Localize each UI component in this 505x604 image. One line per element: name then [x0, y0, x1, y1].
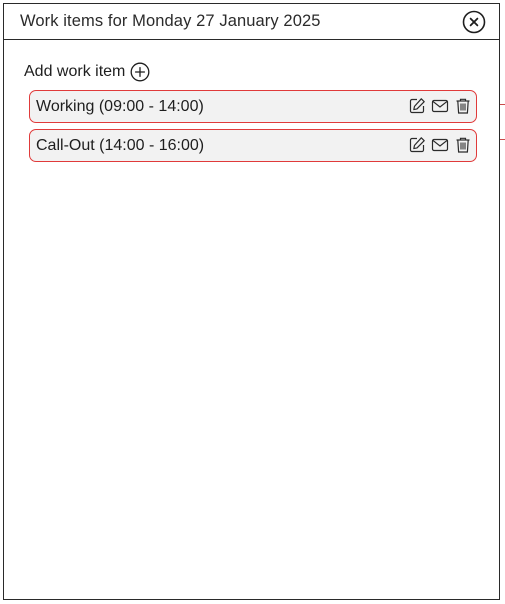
- work-item-label: Call-Out (14:00 - 16:00): [36, 137, 205, 154]
- trash-icon[interactable]: [454, 97, 472, 115]
- work-item-list: Working (09:00 - 14:00) Call-Out (14:00 …: [29, 90, 477, 168]
- background-edge-line: [500, 104, 505, 105]
- work-items-dialog: Work items for Monday 27 January 2025 Ad…: [3, 3, 500, 600]
- mail-icon[interactable]: [431, 97, 449, 115]
- add-work-item-label: Add work item: [24, 63, 126, 80]
- work-item-label: Working (09:00 - 14:00): [36, 98, 204, 115]
- dialog-header: Work items for Monday 27 January 2025: [4, 4, 499, 40]
- add-work-item-button[interactable]: Add work item: [24, 62, 150, 82]
- edit-icon[interactable]: [408, 136, 426, 154]
- edit-icon[interactable]: [408, 97, 426, 115]
- mail-icon[interactable]: [431, 136, 449, 154]
- close-circle-icon: [462, 10, 486, 34]
- trash-icon[interactable]: [454, 136, 472, 154]
- close-button[interactable]: [462, 10, 486, 34]
- work-item-actions: [408, 97, 472, 115]
- work-item[interactable]: Call-Out (14:00 - 16:00): [29, 129, 477, 162]
- background-edge-line: [500, 139, 505, 140]
- plus-circle-icon: [130, 62, 150, 82]
- work-item-actions: [408, 136, 472, 154]
- dialog-title: Work items for Monday 27 January 2025: [20, 12, 321, 30]
- work-item[interactable]: Working (09:00 - 14:00): [29, 90, 477, 123]
